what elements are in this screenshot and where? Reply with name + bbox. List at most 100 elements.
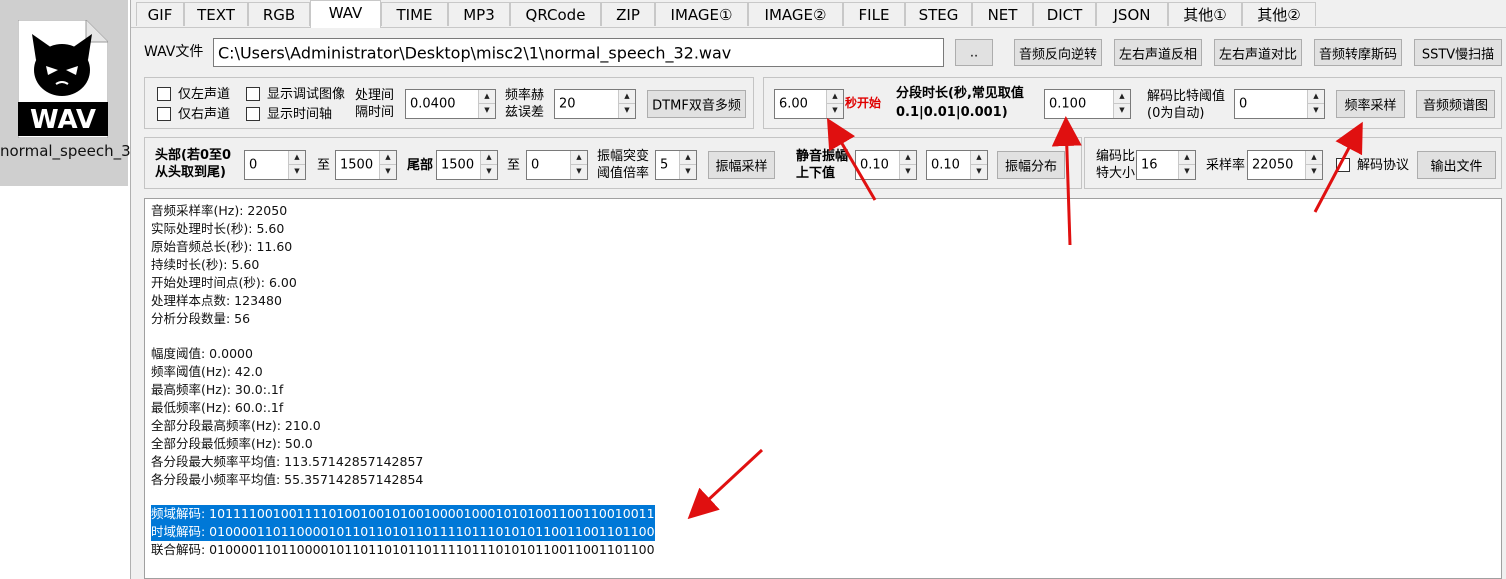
freq-err-label-2: 兹误差 [505,105,545,120]
spin-down-icon[interactable]: ▼ [1114,104,1130,118]
tab-zip[interactable]: ZIP [601,2,655,26]
export-button[interactable]: 输出文件 [1417,151,1496,179]
bit-threshold-label-2: (0为自动) [1147,106,1205,121]
dtmf-button[interactable]: DTMF双音多频 [647,90,746,118]
spin-down-icon[interactable]: ▼ [479,104,495,118]
spin-up-icon[interactable]: ▲ [289,151,305,165]
spin-up-icon[interactable]: ▲ [1306,151,1322,165]
spin-down-icon[interactable]: ▼ [1306,165,1322,179]
segment-length-label-2: 0.1|0.01|0.001) [896,105,1008,120]
invert-channels-label: 左右声道反相 [1118,47,1197,62]
freq-decode-line: 频域解码: 1011110010011110100100101001000010… [151,505,655,523]
show-debug-checkbox[interactable] [246,87,260,101]
audio-to-morse-button[interactable]: 音频转摩斯码 [1314,39,1402,66]
spin-up-icon[interactable]: ▲ [481,151,497,165]
output-line: 最高频率(Hz): 30.0:.1f [151,382,284,397]
spin-up-icon[interactable]: ▲ [479,90,495,104]
tab-qrcode[interactable]: QRCode [510,2,601,26]
spin-up-icon[interactable]: ▲ [900,151,916,165]
export-label: 输出文件 [1430,159,1483,175]
browse-button[interactable]: .. [955,39,993,66]
spin-down-icon[interactable]: ▼ [571,165,587,179]
spin-down-icon[interactable]: ▼ [1179,165,1195,179]
tab-rgb[interactable]: RGB [248,2,310,26]
sstv-button[interactable]: SSTV慢扫描 [1414,39,1502,66]
segment-length-spinner[interactable]: 0.100 ▲ ▼ [1044,89,1131,119]
output-line: 开始处理时间点(秒): 6.00 [151,275,297,290]
tab-steg[interactable]: STEG [905,2,972,26]
file-path-input[interactable]: C:\Users\Administrator\Desktop\misc2\1\n… [213,38,944,67]
right-channel-checkbox[interactable] [157,107,171,121]
reverse-audio-button[interactable]: 音频反向逆转 [1014,39,1102,66]
head-from-spinner[interactable]: 0 ▲ ▼ [244,150,306,180]
amp-sample-button[interactable]: 振幅采样 [708,151,775,179]
spin-down-icon[interactable]: ▼ [680,165,696,179]
start-time-spinner[interactable]: 6.00 ▲ ▼ [774,89,844,119]
head-to-spinner[interactable]: 1500 ▲ ▼ [335,150,397,180]
tab-mp3[interactable]: MP3 [448,2,510,26]
spin-down-icon[interactable]: ▼ [289,165,305,179]
tab-other1[interactable]: 其他① [1168,2,1242,26]
show-time-axis-checkbox[interactable] [246,107,260,121]
spin-up-icon[interactable]: ▲ [827,90,843,104]
desktop-file-icon[interactable]: WAV normal_speech_32.wav [0,0,175,186]
freq-err-spinner[interactable]: 20 ▲ ▼ [554,89,636,119]
tail-label: 尾部 [407,158,434,173]
interval-label-2: 隔时间 [355,105,395,120]
tab-image1[interactable]: IMAGE① [655,2,748,26]
bits-spinner[interactable]: 16 ▲ ▼ [1136,150,1196,180]
tab-gif[interactable]: GIF [136,2,184,26]
rate-spinner[interactable]: 22050 ▲ ▼ [1247,150,1323,180]
spin-down-icon[interactable]: ▼ [971,165,987,179]
amp-dist-button[interactable]: 振幅分布 [997,151,1065,179]
spin-up-icon[interactable]: ▲ [619,90,635,104]
spin-up-icon[interactable]: ▲ [380,151,396,165]
spectrum-button[interactable]: 音频频谱图 [1416,90,1495,118]
joint-decode-line: 联合解码: 0100001101100001011011010110111101… [151,542,655,557]
amp-threshold-spinner[interactable]: 5 ▲ ▼ [655,150,697,180]
compare-channels-button[interactable]: 左右声道对比 [1214,39,1302,66]
tab-dict[interactable]: DICT [1033,2,1096,26]
tab-time[interactable]: TIME [381,2,448,26]
head-to-value: 1500 [340,157,374,173]
spin-up-icon[interactable]: ▲ [571,151,587,165]
tab-file[interactable]: FILE [843,2,905,26]
interval-label-1: 处理间 [355,88,395,103]
spin-up-icon[interactable]: ▲ [680,151,696,165]
tab-net[interactable]: NET [972,2,1033,26]
spin-down-icon[interactable]: ▼ [619,104,635,118]
spin-up-icon[interactable]: ▲ [1308,90,1324,104]
tab-text[interactable]: TEXT [184,2,248,26]
spectrum-label: 音频频谱图 [1422,98,1488,114]
spin-up-icon[interactable]: ▲ [1179,151,1195,165]
invert-channels-button[interactable]: 左右声道反相 [1114,39,1202,66]
output-line: 处理样本点数: 123480 [151,293,282,308]
tab-wav[interactable]: WAV [310,0,381,28]
spin-up-icon[interactable]: ▲ [971,151,987,165]
output-textarea[interactable]: 音频采样率(Hz): 22050 实际处理时长(秒): 5.60 原始音频总长(… [144,198,1502,579]
silence-low-spinner[interactable]: 0.10 ▲ ▼ [855,150,917,180]
wav-badge-text: WAV [30,105,96,135]
spin-up-icon[interactable]: ▲ [1114,90,1130,104]
left-channel-checkbox[interactable] [157,87,171,101]
spin-down-icon[interactable]: ▼ [380,165,396,179]
tab-image2[interactable]: IMAGE② [748,2,843,26]
spin-down-icon[interactable]: ▼ [827,104,843,118]
bit-threshold-spinner[interactable]: 0 ▲ ▼ [1234,89,1325,119]
rate-label: 采样率 [1206,158,1246,173]
tab-other2[interactable]: 其他② [1242,2,1316,26]
spin-down-icon[interactable]: ▼ [900,165,916,179]
protocol-checkbox[interactable] [1336,158,1350,172]
freq-err-label-1: 频率赫 [505,88,545,103]
freq-sample-button[interactable]: 频率采样 [1336,90,1405,118]
output-line: 全部分段最高频率(Hz): 210.0 [151,418,321,433]
silence-high-spinner[interactable]: 0.10 ▲ ▼ [926,150,988,180]
bits-value: 16 [1141,157,1158,173]
tab-json[interactable]: JSON [1096,2,1168,26]
tail-to-spinner[interactable]: 0 ▲ ▼ [526,150,588,180]
spin-down-icon[interactable]: ▼ [481,165,497,179]
spin-down-icon[interactable]: ▼ [1308,104,1324,118]
interval-spinner[interactable]: 0.0400 ▲ ▼ [405,89,496,119]
segment-length-value: 0.100 [1049,96,1087,112]
tail-from-spinner[interactable]: 1500 ▲ ▼ [436,150,498,180]
